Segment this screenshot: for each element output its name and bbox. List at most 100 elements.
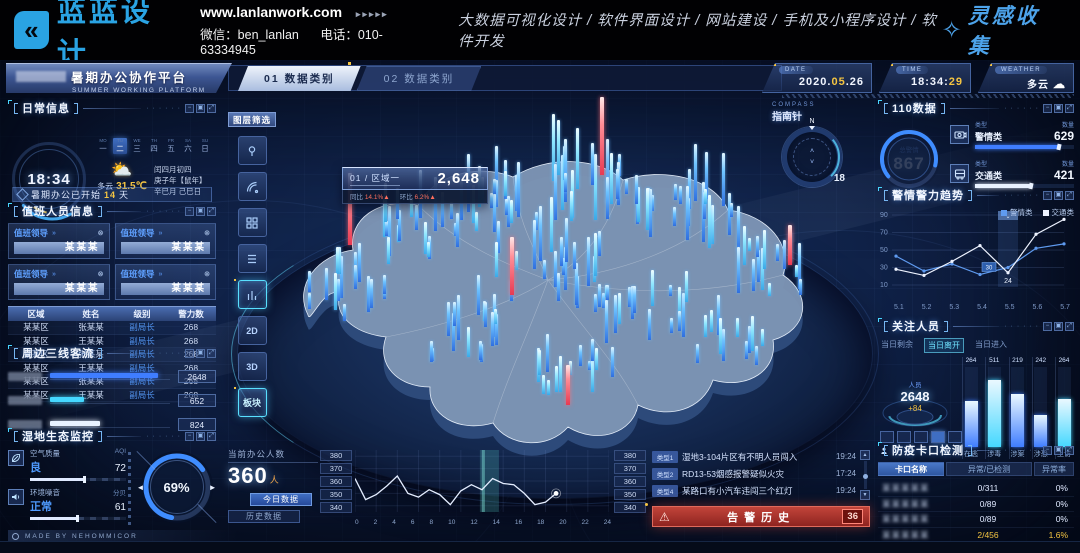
layer-button-2D[interactable]: 2D (238, 316, 267, 345)
window-icon[interactable]: ▣ (1054, 446, 1063, 455)
minimize-icon[interactable]: − (1043, 322, 1052, 331)
focus-tab-2[interactable]: 当日离开 (924, 338, 964, 353)
checkpoint-col-1[interactable]: 卡口名称 (878, 462, 944, 476)
week-day[interactable]: MO一 (96, 138, 110, 154)
focus-tab-3[interactable]: 当日进入 (972, 338, 1010, 353)
scroll-track[interactable] (864, 461, 867, 489)
table-row[interactable]: 某某某某某0/890% (878, 497, 1074, 513)
platform-subtitle: SUMMER WORKING PLATFORM (72, 87, 224, 94)
dashboard: 暑期办公协作平台 SUMMER WORKING PLATFORM 01 数据类别… (0, 60, 1080, 553)
expand-icon[interactable]: ⤢ (1065, 322, 1074, 331)
week-day[interactable]: WE三 (130, 138, 144, 154)
alert-row-1[interactable]: 类型1湿地3-104片区有不明人员闯入19:24 (652, 448, 870, 465)
data-bar (711, 205, 714, 244)
window-icon[interactable]: ▣ (1054, 191, 1063, 200)
close-icon[interactable]: ⊗ (204, 229, 210, 237)
office-unit: 人 (270, 475, 280, 485)
layer-button-3D[interactable]: 3D (238, 352, 267, 381)
alert-row-2[interactable]: 类型2RD13-53烟感报警疑似火灾17:24 (652, 465, 870, 482)
tab-data-category-2[interactable]: 02 数据类别 (357, 66, 482, 91)
minimize-icon[interactable]: − (1043, 446, 1052, 455)
alert-history-button[interactable]: ⚠ 告警历史 36 (652, 506, 870, 527)
close-icon[interactable]: ⊗ (204, 270, 210, 278)
layer-button-radar[interactable] (238, 172, 267, 201)
gauge-right-pointer[interactable]: ► (209, 483, 217, 492)
history-data-button[interactable]: 历史数据 (228, 510, 300, 523)
inspiration-collect-link[interactable]: ✧ 灵感收集 (942, 0, 1054, 60)
chevron-down-icon[interactable]: ˅ (810, 159, 814, 166)
expand-icon[interactable]: ⤢ (207, 432, 216, 441)
alert-row-3[interactable]: 类型4某路口有小汽车违闯三个红灯19:24 (652, 482, 870, 499)
panel-passenger-flow: 周边三线客流· · · · · ·−▣⤢ 2648652824 (8, 345, 216, 425)
duty-card-3[interactable]: 值班领导»⊗某某某 (8, 264, 110, 300)
checkpoint-col-3[interactable]: 异常率 (1034, 462, 1074, 476)
window-icon[interactable]: ▣ (1054, 322, 1063, 331)
gauge-left-pointer[interactable]: ◄ (137, 483, 145, 492)
window-icon[interactable]: ▣ (1054, 104, 1063, 113)
office-x-tick: 24 (604, 519, 611, 526)
office-y-tick: 360 (320, 476, 352, 487)
table-row[interactable]: 某某某某某0/3110% (878, 481, 1074, 497)
layer-button-chart[interactable] (238, 280, 267, 309)
week-day[interactable]: SA六 (181, 138, 195, 154)
focus-tab-1[interactable]: 当日剩余 (878, 338, 916, 353)
bracket-decoration (884, 103, 888, 114)
layer-button-list[interactable] (238, 244, 267, 273)
bracket-decoration (14, 348, 18, 359)
checkpoint-col-2[interactable]: 异常/已检测 (946, 462, 1032, 476)
expand-icon[interactable]: ⤢ (207, 349, 216, 358)
minimize-icon[interactable]: − (185, 104, 194, 113)
duty-card-1[interactable]: 值班领导»⊗某某某 (8, 223, 110, 259)
week-day[interactable]: SU日 (198, 138, 212, 154)
scroll-up-icon[interactable]: ▲ (860, 450, 870, 460)
table-row[interactable]: 某某区张某某副局长268 (8, 321, 216, 335)
data-bar (743, 226, 746, 265)
office-line-chart[interactable] (355, 450, 609, 512)
week-day-active[interactable]: TU二 (113, 138, 127, 154)
minimize-icon[interactable]: − (1043, 191, 1052, 200)
air-slider[interactable] (30, 478, 126, 481)
minimize-icon[interactable]: − (1043, 104, 1052, 113)
week-day[interactable]: TH四 (147, 138, 161, 154)
duty-card-2[interactable]: 值班领导»⊗某某某 (115, 223, 217, 259)
layer-button-grid[interactable] (238, 208, 267, 237)
data-bar (686, 186, 689, 240)
noise-slider[interactable] (30, 517, 126, 520)
window-icon[interactable]: ▣ (196, 104, 205, 113)
map-3d[interactable] (248, 115, 863, 465)
compass-dial[interactable]: N ˄ ˅ 18 (782, 127, 842, 187)
checkpoint-value: 0/89 (944, 512, 1032, 528)
close-icon[interactable]: ⊗ (98, 229, 104, 237)
duty-card-4[interactable]: 值班领导»⊗某某某 (115, 264, 217, 300)
table-row[interactable]: 某某某某某0/890% (878, 512, 1074, 528)
expand-icon[interactable]: ⤢ (207, 104, 216, 113)
close-icon[interactable]: ⊗ (98, 270, 104, 278)
layer-button-板块[interactable]: 板块 (238, 388, 267, 417)
layer-button-pin[interactable] (238, 136, 267, 165)
minimize-icon[interactable]: − (185, 349, 194, 358)
dotted-divider-decoration (128, 452, 131, 526)
office-y-tick: 350 (614, 489, 646, 500)
expand-icon[interactable]: ⤢ (1065, 446, 1074, 455)
data-bar (795, 265, 798, 277)
header-dots-decoration: · · · · · · (146, 105, 181, 112)
window-icon[interactable]: ▣ (196, 207, 205, 216)
tab-data-category-1[interactable]: 01 数据类别 (238, 66, 361, 91)
minimize-icon[interactable]: − (185, 432, 194, 441)
trend-x-labels: 5.15.25.35.45.55.65.7 (878, 304, 1074, 311)
expand-icon[interactable]: ⤢ (1065, 104, 1074, 113)
expand-icon[interactable]: ⤢ (207, 207, 216, 216)
trend-line-chart[interactable]: 9070503010⌄3024 (878, 207, 1070, 299)
scroll-down-icon[interactable]: ▼ (860, 490, 870, 500)
today-data-button[interactable]: 今日数据 (250, 493, 312, 506)
website-link[interactable]: www.lanlanwork.com (200, 4, 342, 20)
minimize-icon[interactable]: − (185, 207, 194, 216)
chevron-up-icon[interactable]: ˄ (810, 148, 814, 155)
data-bar (649, 189, 652, 238)
expand-icon[interactable]: ⤢ (1065, 191, 1074, 200)
data-bar (730, 203, 733, 216)
data-bar (490, 193, 493, 208)
window-icon[interactable]: ▣ (196, 349, 205, 358)
week-day[interactable]: FR五 (164, 138, 178, 154)
window-icon[interactable]: ▣ (196, 432, 205, 441)
